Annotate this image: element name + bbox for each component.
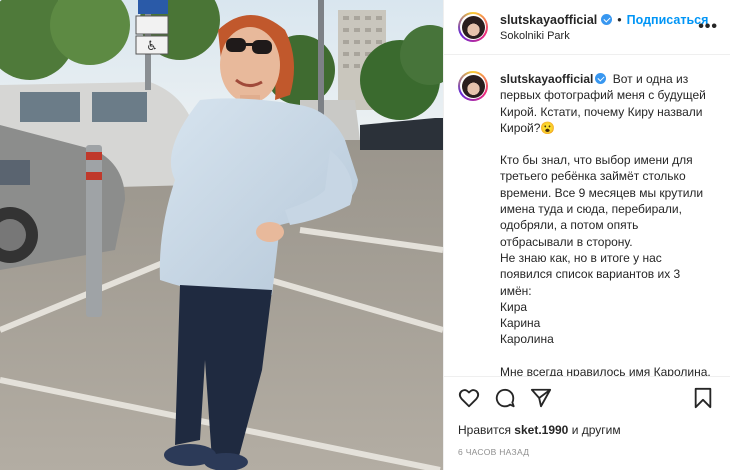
post-header: slutskayaofficial • Подписаться Sokolnik… — [444, 0, 730, 55]
post-photo[interactable]: ♿ — [0, 0, 443, 470]
caption-username[interactable]: slutskayaofficial — [500, 72, 593, 86]
caption-paragraph-3: Не знаю как, но в итоге у нас появился с… — [500, 250, 681, 298]
more-options-icon[interactable]: ••• — [698, 18, 718, 36]
avatar[interactable] — [458, 12, 488, 42]
instagram-post: ♿ slutskayaofficial • Подписаться Sokoln… — [0, 0, 730, 470]
heart-icon[interactable] — [458, 387, 482, 411]
caption-verified-badge-icon — [595, 73, 607, 84]
location-link[interactable]: Sokolniki Park — [500, 30, 708, 42]
caption-area[interactable]: slutskayaofficial Вот и одна из первых ф… — [444, 55, 730, 376]
caption-paragraph-2: Кто бы знал, что выбор имени для третьег… — [500, 153, 704, 249]
likes-line: Нравится sket.1990 и другим — [458, 423, 716, 437]
caption-text: slutskayaofficial Вот и одна из первых ф… — [500, 71, 713, 376]
caption-paragraph-4: Мне всегда нравилось имя Каролина. Оно р… — [500, 364, 711, 376]
likes-user-link[interactable]: sket.1990 — [514, 423, 568, 437]
follow-button[interactable]: Подписаться — [627, 13, 709, 27]
likes-others-link[interactable]: и другим — [572, 423, 621, 437]
svg-text:♿: ♿ — [146, 39, 158, 54]
caption-avatar[interactable] — [458, 71, 488, 101]
share-icon[interactable] — [530, 387, 554, 411]
comment-icon[interactable] — [494, 387, 518, 411]
header-username[interactable]: slutskayaofficial — [500, 13, 597, 27]
bollard — [86, 145, 102, 317]
caption-name-2: Карина — [500, 316, 541, 331]
header-separator: • — [617, 12, 622, 27]
post-side-panel: slutskayaofficial • Подписаться Sokolnik… — [443, 0, 730, 470]
caption-name-3: Каролина — [500, 332, 554, 347]
likes-prefix: Нравится — [458, 423, 511, 437]
caption-name-1: Кира — [500, 299, 528, 314]
bookmark-icon[interactable] — [692, 387, 716, 411]
post-actions: Нравится sket.1990 и другим 6 часов наза… — [444, 376, 730, 470]
post-timestamp[interactable]: 6 часов назад — [458, 447, 716, 457]
verified-badge-icon — [601, 14, 613, 25]
photo-scene: ♿ — [0, 0, 443, 470]
